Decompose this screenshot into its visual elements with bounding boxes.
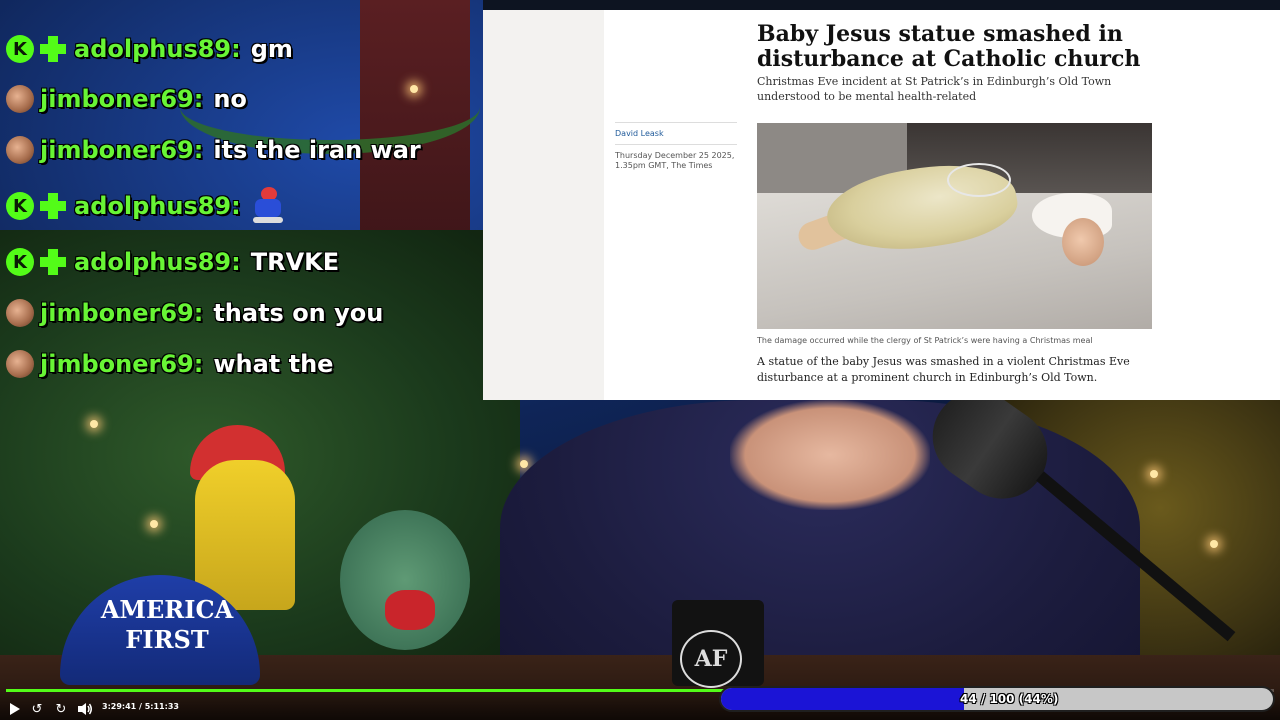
chat-message: K adolphus89: TRVKE xyxy=(6,240,339,284)
hat-text: AMERICA FIRST xyxy=(100,595,234,654)
chat-text: TRVKE xyxy=(250,248,340,276)
chat-username: jimboner69: xyxy=(40,136,204,164)
chat-message: K adolphus89: gm xyxy=(6,27,293,71)
volume-button[interactable] xyxy=(76,700,94,718)
kick-badge-icon: K xyxy=(6,192,34,220)
play-button[interactable] xyxy=(6,700,24,718)
chat-username: jimboner69: xyxy=(40,350,204,378)
chat-text: no xyxy=(213,85,247,113)
goal-progress-fill xyxy=(721,688,964,710)
time-readout: 3:29:41 / 5:11:33 xyxy=(102,702,179,711)
plus-badge-icon xyxy=(38,247,68,277)
chat-username: adolphus89: xyxy=(74,192,241,220)
mug-logo: AF xyxy=(680,630,742,688)
rewind-button[interactable]: ↺ xyxy=(28,700,46,718)
rewind-icon: ↺ xyxy=(31,701,43,717)
article-body: A statue of the baby Jesus was smashed i… xyxy=(757,355,1130,384)
user-avatar-icon xyxy=(6,350,34,378)
red-bow xyxy=(385,590,435,630)
goal-progress-label: 44 / 100 (44%) xyxy=(960,692,1059,706)
chat-username: adolphus89: xyxy=(74,248,241,276)
chat-message: jimboner69: its the iran war xyxy=(6,128,421,172)
article-standfirst: Christmas Eve incident at St Patrick’s i… xyxy=(757,75,1112,103)
news-article: Baby Jesus statue smashed in disturbance… xyxy=(483,10,1280,400)
browser-top-bar xyxy=(483,0,1280,10)
chat-text: what the xyxy=(213,350,334,378)
play-icon xyxy=(10,703,20,715)
string-light xyxy=(1210,540,1218,548)
volume-icon xyxy=(78,703,92,715)
string-light xyxy=(150,520,158,528)
user-avatar-icon xyxy=(6,85,34,113)
string-light xyxy=(520,460,528,468)
article-dateline: Thursday December 25 2025, 1.35pm GMT, T… xyxy=(615,151,735,170)
user-avatar-icon xyxy=(6,299,34,327)
chat-message: jimboner69: no xyxy=(6,77,247,121)
chat-username: jimboner69: xyxy=(40,299,204,327)
author-link[interactable]: David Leask xyxy=(615,129,664,138)
article-photo xyxy=(757,123,1152,329)
chat-message: jimboner69: what the xyxy=(6,342,333,386)
user-avatar-icon xyxy=(6,136,34,164)
forward-button[interactable]: ↻ xyxy=(52,700,70,718)
divider xyxy=(615,122,737,123)
chat-overlay: K adolphus89: gm jimboner69: no jimboner… xyxy=(0,0,480,390)
clasped-hands xyxy=(730,400,930,510)
photo-caption: The damage occurred while the clergy of … xyxy=(757,336,1093,345)
chat-text: thats on you xyxy=(213,299,384,327)
string-light xyxy=(1150,470,1158,478)
string-light xyxy=(90,420,98,428)
chat-message: jimboner69: thats on you xyxy=(6,291,383,335)
chat-message: K adolphus89: xyxy=(6,184,287,228)
chat-text: gm xyxy=(250,35,293,63)
plus-badge-icon xyxy=(38,191,68,221)
running-mario-emote-icon xyxy=(249,187,287,225)
forward-icon: ↻ xyxy=(55,701,67,717)
chat-text: its the iran war xyxy=(213,136,421,164)
divider xyxy=(615,144,737,145)
chat-username: jimboner69: xyxy=(40,85,204,113)
kick-badge-icon: K xyxy=(6,248,34,276)
article-headline: Baby Jesus statue smashed in disturbance… xyxy=(757,21,1141,72)
plus-badge-icon xyxy=(38,34,68,64)
article-margin xyxy=(483,10,604,400)
kick-badge-icon: K xyxy=(6,35,34,63)
chat-username: adolphus89: xyxy=(74,35,241,63)
